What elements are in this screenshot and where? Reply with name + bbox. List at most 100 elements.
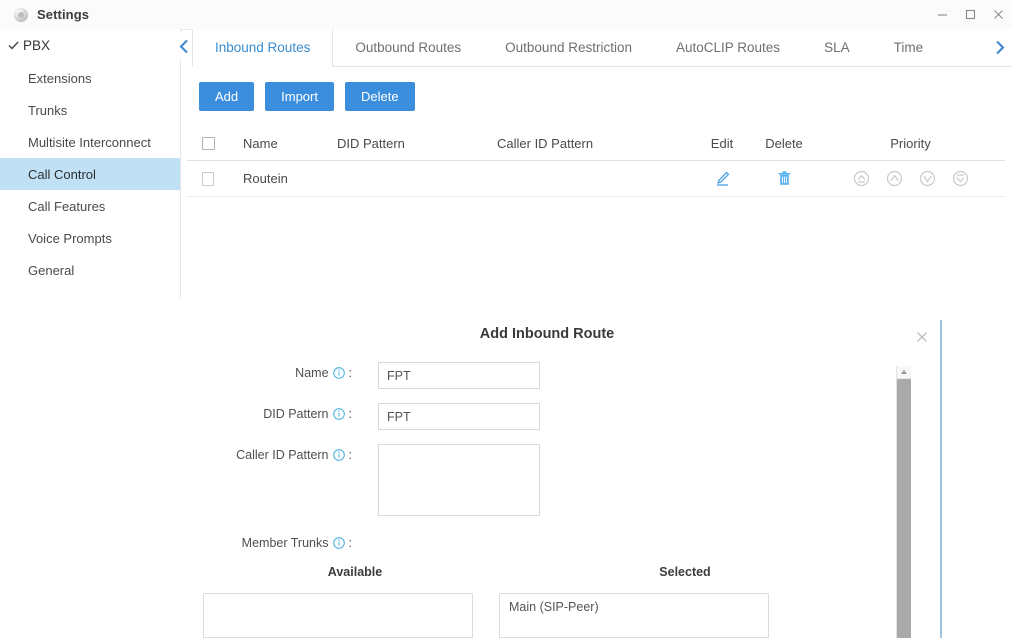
select-all-cell [187,137,229,150]
info-icon[interactable] [332,537,345,549]
label-did-pattern: DID Pattern : [187,403,352,421]
tab-outbound-routes[interactable]: Outbound Routes [333,29,483,66]
name-input[interactable] [378,362,540,389]
add-inbound-route-dialog: Add Inbound Route Name : DID Pattern : [187,300,945,638]
field-row-caller-id-pattern: Caller ID Pattern : [187,444,887,516]
dialog-title: Add Inbound Route [479,326,615,342]
transfer-boxes: Main (SIP-Peer) [187,593,927,638]
sidebar-item-label: Multisite Interconnect [28,134,151,150]
tab-label: AutoCLIP Routes [675,40,781,55]
label-caller-id-pattern: Caller ID Pattern : [187,444,352,462]
priority-actions [816,170,1005,187]
close-icon[interactable] [913,328,931,346]
sidebar-collapse-button[interactable] [176,33,192,59]
sidebar-item-call-features[interactable]: Call Features [0,190,180,222]
delete-button[interactable]: Delete [344,82,415,111]
tab-scroll-right-button[interactable] [990,29,1008,66]
info-icon[interactable] [332,408,345,420]
cell-name: Routein [243,171,288,186]
add-button[interactable]: Add [199,82,255,111]
import-button[interactable]: Import [265,82,334,111]
move-to-bottom-icon[interactable] [952,170,969,187]
field-row-member-trunks: Member Trunks : [187,532,887,550]
tab-label: Outbound Routes [355,40,462,55]
list-item[interactable]: Main (SIP-Peer) [500,594,768,620]
tab-autoclip-routes[interactable]: AutoCLIP Routes [654,29,802,66]
delete-row-button[interactable] [752,170,816,187]
maximize-icon[interactable] [956,0,984,29]
move-up-icon[interactable] [886,170,903,187]
tab-inbound-routes[interactable]: Inbound Routes [192,29,334,67]
label-name-text: Name [295,366,329,380]
gear-icon [14,7,28,22]
available-listbox[interactable] [203,593,473,638]
sidebar-root-pbx[interactable]: PBX [0,29,180,62]
selected-listbox[interactable]: Main (SIP-Peer) [499,593,769,638]
sidebar-item-label: Trunks [28,102,68,118]
table-header-row: Name DID Pattern Caller ID Pattern Edit … [187,127,1005,161]
column-header-edit: Edit [710,136,734,151]
info-icon[interactable] [332,367,345,379]
available-header: Available [327,565,383,579]
label-name: Name : [187,362,352,380]
move-down-icon[interactable] [919,170,936,187]
minimize-icon[interactable] [928,0,956,29]
edit-row-button[interactable] [692,170,752,187]
table-toolbar: Add Import Delete [199,82,415,111]
tab-label: Inbound Routes [215,40,311,55]
tab-label: Time [893,40,924,55]
move-to-top-icon[interactable] [853,170,870,187]
window-title: Settings [37,7,90,22]
row-select-cell [187,171,229,186]
tab-label: Outbound Restriction [505,40,632,55]
info-icon[interactable] [332,449,345,461]
field-row-name: Name : [187,362,887,389]
sidebar-item-label: Call Control [28,166,96,182]
window-titlebar: Settings [0,0,1012,30]
chevron-right-icon [995,40,1004,55]
scroll-up-button[interactable] [897,366,911,379]
label-colon: : [348,407,352,421]
column-header-name: Name [243,136,278,151]
label-colon: : [348,448,352,462]
sidebar-item-label: Extensions [28,70,92,86]
column-header-caller-id-pattern: Caller ID Pattern [497,136,594,151]
select-all-checkbox[interactable] [201,137,215,150]
sidebar-item-extensions[interactable]: Extensions [0,62,180,94]
label-caller-id-pattern-text: Caller ID Pattern [236,448,329,462]
column-header-delete: Delete [765,136,803,151]
sidebar-item-general[interactable]: General [0,254,180,286]
sidebar: PBX Extensions Trunks Multisite Intercon… [0,29,181,299]
check-icon [8,40,21,51]
label-member-trunks: Member Trunks : [187,532,352,550]
sidebar-item-voice-prompts[interactable]: Voice Prompts [0,222,180,254]
window-controls [928,0,1012,29]
row-checkbox[interactable] [202,171,214,186]
caller-id-pattern-textarea[interactable] [378,444,540,516]
sidebar-item-trunks[interactable]: Trunks [0,94,180,126]
label-colon: : [348,366,352,380]
sidebar-item-call-control[interactable]: Call Control [0,158,180,190]
label-did-pattern-text: DID Pattern [263,407,329,421]
pencil-icon [716,171,729,186]
tab-time[interactable]: Time [872,29,946,66]
inbound-routes-table: Name DID Pattern Caller ID Pattern Edit … [187,127,1005,197]
scrollbar-thumb[interactable] [897,379,911,638]
label-colon: : [348,536,352,550]
caret-up-icon [901,369,907,374]
dialog-form: Name : DID Pattern : Caller ID Patte [187,362,887,550]
close-icon[interactable] [984,0,1012,29]
sidebar-item-label: Voice Prompts [28,230,112,246]
tab-sla[interactable]: SLA [802,29,872,66]
trash-icon [778,171,790,185]
did-pattern-input[interactable] [378,403,540,430]
tab-bar: Inbound Routes Outbound Routes Outbound … [192,29,1012,67]
table-row[interactable]: Routein [187,161,1005,197]
label-member-trunks-text: Member Trunks [241,536,329,550]
column-header-priority: Priority [890,136,931,151]
sidebar-item-multisite-interconnect[interactable]: Multisite Interconnect [0,126,180,158]
transfer-headers: Available Selected [187,565,927,579]
dialog-scrollbar[interactable] [896,366,911,638]
tab-outbound-restriction[interactable]: Outbound Restriction [483,29,654,66]
column-header-did-pattern: DID Pattern [337,136,405,151]
